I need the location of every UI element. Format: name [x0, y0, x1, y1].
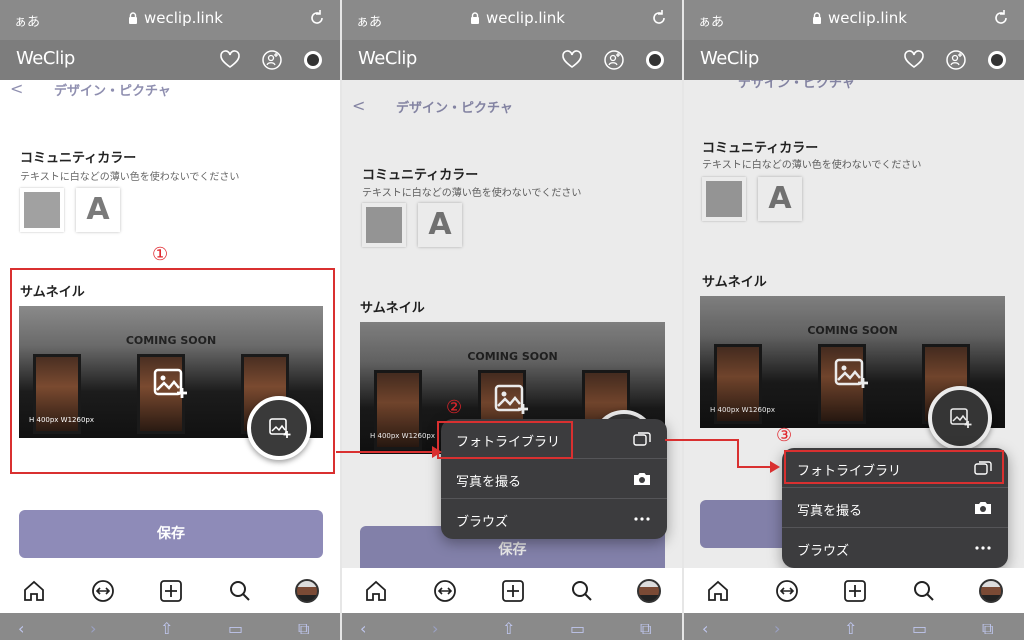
- url-text[interactable]: weclip.link: [144, 9, 223, 27]
- tabs-icon[interactable]: ⧉: [298, 621, 314, 637]
- weclip-logo[interactable]: WeClip: [16, 48, 75, 69]
- back-arrow-icon[interactable]: ‹: [702, 621, 718, 637]
- lock-icon: [813, 12, 821, 24]
- back-arrow-icon[interactable]: ‹: [18, 621, 34, 637]
- screen-step-3: デザイン・ピクチャ コミュニティカラー テキストに白などの薄い色を使わないでくだ…: [684, 0, 1024, 640]
- reader-aa-button[interactable]: ぁあ: [14, 11, 40, 30]
- forward-arrow-icon[interactable]: ›: [90, 621, 106, 637]
- app-header: WeClip: [684, 40, 1024, 80]
- screen-step-1: ぁあ weclip.link WeClip < デザイン・ピクチャ コミュニティ…: [0, 0, 340, 640]
- weclip-logo[interactable]: WeClip: [358, 48, 417, 69]
- add-icon[interactable]: [843, 579, 867, 603]
- reload-icon[interactable]: [992, 9, 1010, 27]
- safari-toolbar: ‹ › ⇧ ▭ ⧉: [0, 613, 340, 640]
- avatar[interactable]: [295, 579, 319, 603]
- save-button[interactable]: 保存: [19, 510, 323, 558]
- globe-icon[interactable]: [986, 49, 1008, 71]
- home-icon[interactable]: [706, 579, 730, 603]
- highlight-thumbnail-section: [10, 268, 335, 474]
- camera-icon: [634, 473, 650, 485]
- add-person-icon[interactable]: [261, 49, 283, 71]
- more-icon: [634, 517, 650, 521]
- search-icon[interactable]: [570, 579, 594, 603]
- share-icon[interactable]: ⇧: [502, 621, 518, 637]
- reader-aa-button[interactable]: ぁあ: [356, 11, 382, 30]
- bookmarks-icon[interactable]: ▭: [228, 621, 244, 637]
- reader-aa-button[interactable]: ぁあ: [698, 11, 724, 30]
- swap-icon[interactable]: [433, 579, 457, 603]
- step-number: ②: [446, 397, 463, 418]
- swap-icon[interactable]: [91, 579, 115, 603]
- search-icon[interactable]: [228, 579, 252, 603]
- avatar[interactable]: [979, 579, 1003, 603]
- reload-icon[interactable]: [308, 9, 326, 27]
- more-icon: [975, 546, 991, 550]
- home-icon[interactable]: [364, 579, 388, 603]
- share-icon[interactable]: ⇧: [160, 621, 176, 637]
- forward-arrow-icon[interactable]: ›: [432, 621, 448, 637]
- menu-item-label: 写真を撮る: [456, 475, 522, 490]
- community-color-title: コミュニティカラー: [20, 151, 137, 166]
- url-text[interactable]: weclip.link: [486, 9, 565, 27]
- safari-toolbar: ‹ › ⇧ ▭ ⧉: [684, 613, 1024, 640]
- menu-item-browse[interactable]: ブラウズ: [782, 528, 1008, 568]
- tabs-icon[interactable]: ⧉: [640, 621, 656, 637]
- avatar[interactable]: [637, 579, 661, 603]
- browser-address-bar[interactable]: ぁあ weclip.link: [342, 0, 682, 40]
- camera-icon: [975, 502, 991, 514]
- add-person-icon[interactable]: [945, 49, 967, 71]
- safari-toolbar: ‹ › ⇧ ▭ ⧉: [342, 613, 682, 640]
- menu-item-take-photo[interactable]: 写真を撮る: [441, 459, 667, 499]
- globe-icon[interactable]: [302, 49, 324, 71]
- app-header: WeClip: [0, 40, 340, 80]
- lock-icon: [471, 12, 479, 24]
- photo-library-icon: [633, 432, 651, 446]
- browser-address-bar[interactable]: ぁあ weclip.link: [0, 0, 340, 40]
- search-icon[interactable]: [912, 579, 936, 603]
- heart-icon[interactable]: [903, 49, 925, 71]
- add-person-icon[interactable]: [603, 49, 625, 71]
- menu-item-label: 写真を撮る: [797, 504, 863, 519]
- menu-item-take-photo[interactable]: 写真を撮る: [782, 488, 1008, 528]
- share-icon[interactable]: ⇧: [844, 621, 860, 637]
- step-number: ③: [776, 425, 793, 446]
- page-title: デザイン・ピクチャ: [54, 84, 171, 99]
- bookmarks-icon[interactable]: ▭: [912, 621, 928, 637]
- menu-item-label: ブラウズ: [797, 544, 850, 559]
- app-header: WeClip: [342, 40, 682, 80]
- forward-arrow-icon[interactable]: ›: [774, 621, 790, 637]
- step-number: ①: [152, 244, 169, 265]
- bottom-nav: [0, 568, 340, 613]
- background-color-swatch[interactable]: [20, 188, 64, 232]
- add-icon[interactable]: [159, 579, 183, 603]
- back-arrow-icon[interactable]: ‹: [360, 621, 376, 637]
- community-color-subtitle: テキストに白などの薄い色を使わないでください: [20, 172, 240, 183]
- bookmarks-icon[interactable]: ▭: [570, 621, 586, 637]
- lock-icon: [129, 12, 137, 24]
- screen-step-2: ぁあ weclip.link WeClip < デザイン・ピクチャ コミュニティ…: [342, 0, 682, 640]
- back-button[interactable]: <: [10, 79, 23, 98]
- reload-icon[interactable]: [650, 9, 668, 27]
- menu-item-browse[interactable]: ブラウズ: [441, 499, 667, 539]
- text-color-swatch[interactable]: A: [76, 188, 120, 232]
- url-text[interactable]: weclip.link: [828, 9, 907, 27]
- highlight-photo-library: [437, 421, 573, 459]
- bottom-nav: [684, 568, 1024, 613]
- bottom-nav: [342, 568, 682, 613]
- highlight-photo-library: [784, 450, 1004, 484]
- swap-icon[interactable]: [775, 579, 799, 603]
- globe-icon[interactable]: [644, 49, 666, 71]
- browser-address-bar[interactable]: ぁあ weclip.link: [684, 0, 1024, 40]
- home-icon[interactable]: [22, 579, 46, 603]
- tabs-icon[interactable]: ⧉: [982, 621, 998, 637]
- heart-icon[interactable]: [219, 49, 241, 71]
- add-icon[interactable]: [501, 579, 525, 603]
- heart-icon[interactable]: [561, 49, 583, 71]
- menu-item-label: ブラウズ: [456, 515, 509, 530]
- weclip-logo[interactable]: WeClip: [700, 48, 759, 69]
